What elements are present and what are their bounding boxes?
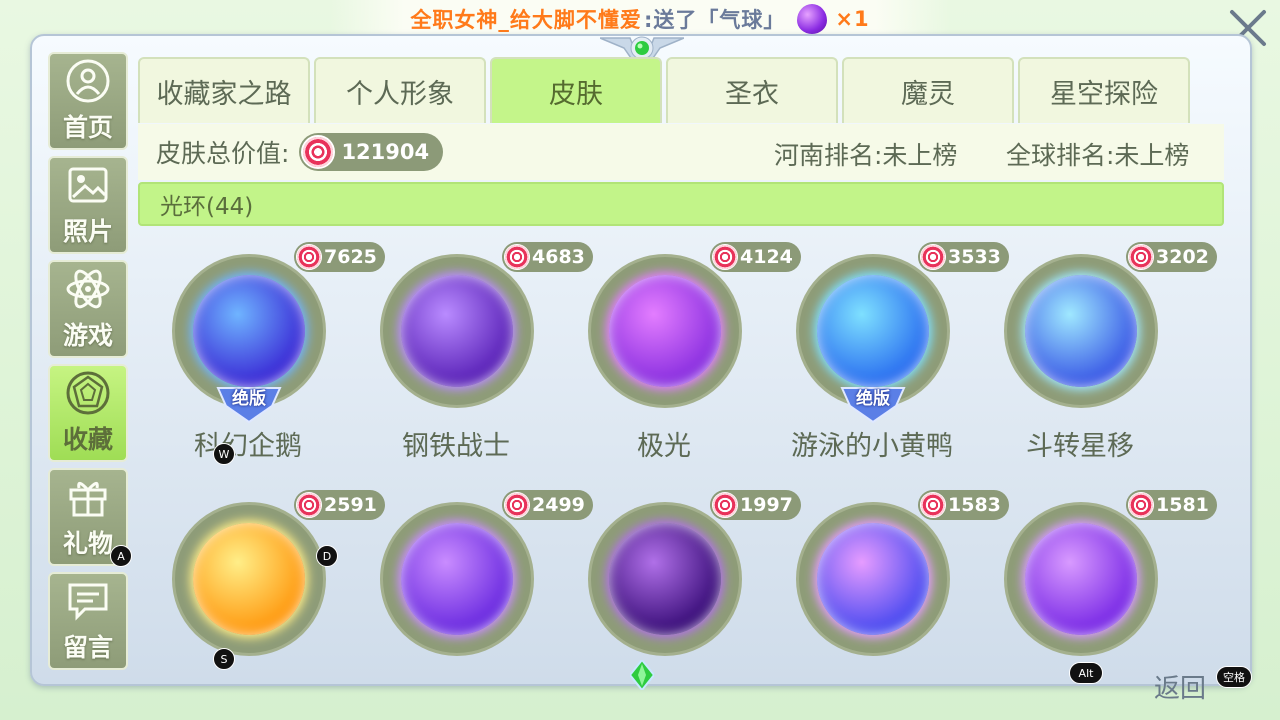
halo-orb xyxy=(193,523,305,635)
skin-price: 1581 xyxy=(1156,494,1209,516)
total-value-label: 皮肤总价值: xyxy=(156,139,290,168)
total-value-badge: 121904 xyxy=(299,133,444,171)
candy-currency-icon xyxy=(504,492,530,518)
category-header[interactable]: 光环(44) xyxy=(138,182,1224,226)
hotkey-alt: Alt xyxy=(1069,662,1103,684)
halo-orb xyxy=(401,275,513,387)
bottom-gem-icon xyxy=(630,660,654,690)
candy-currency-icon xyxy=(296,492,322,518)
total-value: 121904 xyxy=(341,140,430,164)
gift-sender: 全职女神_给大脚不懂爱 xyxy=(410,8,642,32)
skin-preview xyxy=(1004,502,1158,656)
gift-notification-banner: 全职女神_给大脚不懂爱 :送了「气球」 ×1 xyxy=(330,0,950,40)
nav-collection[interactable]: 收藏 xyxy=(48,364,128,462)
nav-games-label: 游戏 xyxy=(62,321,113,350)
global-rank: 全球排名:未上榜 xyxy=(1006,141,1190,170)
skin-preview xyxy=(380,254,534,408)
skin-preview xyxy=(588,254,742,408)
candy-currency-icon xyxy=(1128,492,1154,518)
tab-skins[interactable]: 皮肤 xyxy=(490,57,662,123)
hotkey-a: A xyxy=(110,545,132,567)
tab-personal-image[interactable]: 个人形象 xyxy=(314,57,486,123)
back-button[interactable]: 返回 xyxy=(1154,668,1206,705)
halo-orb xyxy=(1025,523,1137,635)
skin-name: 极光 xyxy=(637,431,691,462)
balloon-icon xyxy=(797,4,828,40)
skin-item[interactable]: 1583 xyxy=(772,482,1009,718)
halo-orb xyxy=(817,523,929,635)
tab-spirits[interactable]: 魔灵 xyxy=(842,57,1014,123)
badge-label: 绝版 xyxy=(856,389,890,409)
skin-value-bar: 皮肤总价值: 121904 河南排名:未上榜 全球排名:未上榜 xyxy=(138,124,1224,180)
gift-message: :送了「气球」 xyxy=(643,8,786,32)
skin-item[interactable]: 4124 极光 xyxy=(564,234,801,470)
skin-item[interactable]: 1997 xyxy=(564,482,801,718)
skin-item[interactable]: 3533 绝版 游泳的小黄鸭 xyxy=(772,234,1009,470)
nav-messages-label: 留言 xyxy=(62,633,113,662)
nav-games[interactable]: 游戏 xyxy=(48,260,128,358)
skin-name: 钢铁战士 xyxy=(402,431,510,462)
side-navigation: 首页 照片 游戏 收藏 礼物 留言 xyxy=(48,52,128,676)
tab-collector-road[interactable]: 收藏家之路 xyxy=(138,57,310,123)
skin-preview xyxy=(172,502,326,656)
atom-icon xyxy=(66,269,110,309)
candy-currency-icon xyxy=(712,244,738,270)
hotkey-s: S xyxy=(213,648,235,670)
candy-currency-icon xyxy=(296,244,322,270)
nav-home-label: 首页 xyxy=(62,113,113,142)
henan-rank: 河南排名:未上榜 xyxy=(774,141,958,170)
tab-sacred-cloth[interactable]: 圣衣 xyxy=(666,57,838,123)
candy-currency-icon xyxy=(1128,244,1154,270)
skin-name: 科幻企鹅 xyxy=(194,431,302,462)
hotkey-d: D xyxy=(316,545,338,567)
skin-item[interactable]: 4683 钢铁战士 xyxy=(356,234,593,470)
badge-label: 绝版 xyxy=(232,389,266,409)
nav-home[interactable]: 首页 xyxy=(48,52,128,150)
halo-orb xyxy=(401,523,513,635)
skin-price-badge: 3202 xyxy=(1126,242,1217,272)
skin-name: 斗转星移 xyxy=(1026,431,1134,462)
tab-star-explore[interactable]: 星空探险 xyxy=(1018,57,1190,123)
candy-currency-icon xyxy=(301,135,336,169)
nav-gifts-label: 礼物 xyxy=(62,529,113,558)
collection-tabs: 收藏家之路 个人形象 皮肤 圣衣 魔灵 星空探险 xyxy=(138,57,1194,123)
candy-currency-icon xyxy=(920,244,946,270)
halo-orb xyxy=(609,275,721,387)
nav-messages[interactable]: 留言 xyxy=(48,572,128,670)
skin-preview xyxy=(1004,254,1158,408)
gift-icon xyxy=(69,482,107,517)
skin-preview xyxy=(380,502,534,656)
back-label: 返回 xyxy=(1154,674,1207,704)
candy-currency-icon xyxy=(920,492,946,518)
photo-icon xyxy=(68,167,108,203)
nav-photo-label: 照片 xyxy=(62,217,113,246)
skin-item[interactable]: 7625 绝版 科幻企鹅 xyxy=(148,234,385,470)
skin-item[interactable]: 3202 斗转星移 xyxy=(980,234,1217,470)
candy-currency-icon xyxy=(504,244,530,270)
out-of-print-badge: 绝版 xyxy=(214,384,284,424)
skin-price: 3202 xyxy=(1156,246,1209,268)
halo-orb xyxy=(193,275,305,387)
hotkey-space: 空格 xyxy=(1216,666,1252,688)
skin-preview xyxy=(588,502,742,656)
nav-photo[interactable]: 照片 xyxy=(48,156,128,254)
gem-icon xyxy=(66,371,110,415)
skin-preview xyxy=(796,502,950,656)
hotkey-w: W xyxy=(213,443,235,465)
halo-orb xyxy=(817,275,929,387)
nav-collection-label: 收藏 xyxy=(62,425,113,454)
halo-orb xyxy=(609,523,721,635)
out-of-print-badge: 绝版 xyxy=(838,384,908,424)
skin-grid: 7625 绝版 科幻企鹅 4683 钢铁战士 4124 极光 3533 绝版 游泳的小黄鸭 3202… xyxy=(148,234,1218,658)
gift-count: ×1 xyxy=(835,7,870,31)
message-icon xyxy=(68,583,108,621)
candy-currency-icon xyxy=(712,492,738,518)
home-icon xyxy=(66,59,110,103)
category-label: 光环(44) xyxy=(160,194,254,220)
skin-item[interactable]: 2499 xyxy=(356,482,593,718)
halo-orb xyxy=(1025,275,1137,387)
skin-item[interactable]: 2591 xyxy=(148,482,385,718)
skin-name: 游泳的小黄鸭 xyxy=(791,431,953,462)
skin-price-badge: 1581 xyxy=(1126,490,1217,520)
